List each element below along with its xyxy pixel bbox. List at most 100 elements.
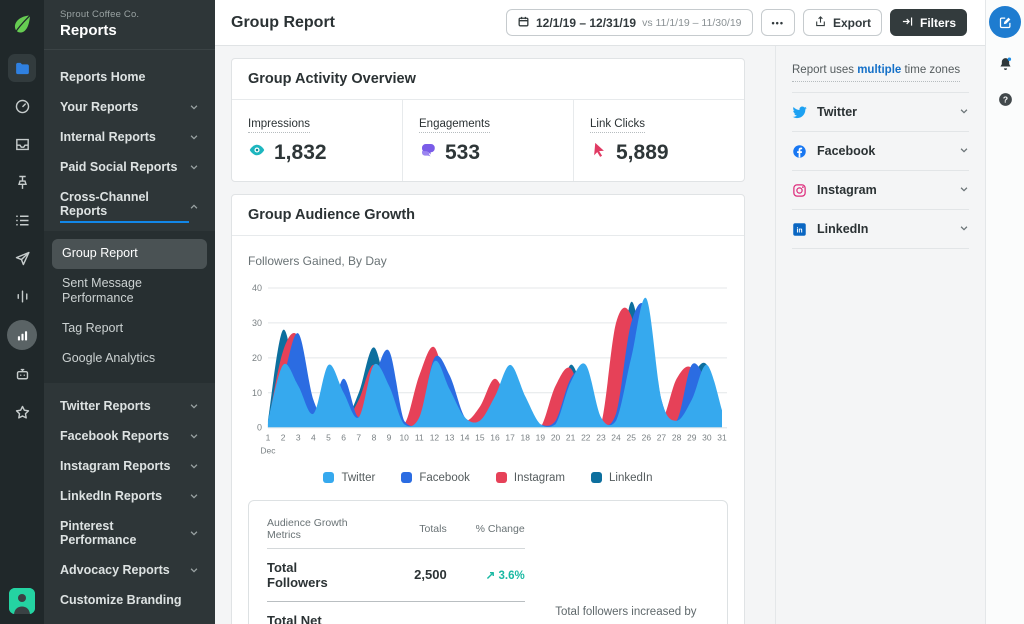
sprout-logo-icon[interactable] (8, 10, 36, 38)
svg-text:8: 8 (372, 433, 377, 443)
channels-sidebar: Report uses multiple time zones Twitter … (775, 46, 985, 624)
legend-item-twitter[interactable]: Twitter (323, 472, 375, 484)
calendar-icon (517, 15, 530, 31)
filters-button[interactable]: Filters (889, 9, 967, 36)
stat-caption: Total followers increased by (555, 605, 697, 618)
chart-subtitle: Followers Gained, By Day (248, 254, 387, 268)
sidebar-header: Sprout Coffee Co. Reports (44, 0, 215, 50)
pulse-icon[interactable] (8, 282, 36, 310)
sidebar-item-paid-social-reports[interactable]: Paid Social Reports (44, 152, 215, 182)
legend-swatch (591, 472, 603, 484)
send-icon[interactable] (8, 244, 36, 272)
metric-value: 533 (445, 141, 481, 164)
gauge-icon[interactable] (8, 92, 36, 120)
sidebar-item-advocacy-reports[interactable]: Advocacy Reports (44, 555, 215, 585)
svg-text:27: 27 (657, 433, 667, 443)
page-title: Group Report (231, 13, 335, 31)
notifications-bell-icon[interactable] (997, 56, 1014, 73)
svg-text:9: 9 (387, 433, 392, 443)
primary-icon-rail (0, 0, 44, 624)
svg-text:20: 20 (252, 353, 262, 363)
sidebar-item-pinterest-performance[interactable]: Pinterest Performance (44, 511, 215, 555)
chevron-down-icon (189, 565, 199, 575)
export-icon (814, 15, 827, 31)
sidebar-item-tag-report[interactable]: Tag Report (52, 314, 207, 344)
svg-text:19: 19 (536, 433, 546, 443)
sidebar-item-reports-home[interactable]: Reports Home (44, 62, 215, 92)
timezone-link[interactable]: multiple (857, 64, 901, 76)
folder-icon[interactable] (8, 54, 36, 82)
sidebar-item-customize-branding[interactable]: Customize Branding (44, 585, 215, 615)
svg-text:7: 7 (356, 433, 361, 443)
legend-item-instagram[interactable]: Instagram (495, 472, 565, 484)
user-avatar[interactable] (9, 588, 35, 614)
chat-bubbles-icon (419, 141, 437, 165)
sidebar-item-google-analytics[interactable]: Google Analytics (52, 344, 207, 374)
sidebar-item-linkedin-reports[interactable]: LinkedIn Reports (44, 481, 215, 511)
metric-label[interactable]: Engagements (419, 118, 490, 133)
svg-text:24: 24 (611, 433, 621, 443)
sidebar-item-instagram-reports[interactable]: Instagram Reports (44, 451, 215, 481)
metric-label[interactable]: Link Clicks (590, 118, 645, 133)
svg-text:29: 29 (687, 433, 697, 443)
svg-text:4: 4 (311, 433, 316, 443)
legend-item-linkedin[interactable]: LinkedIn (591, 472, 653, 484)
help-icon[interactable]: ? (997, 91, 1014, 108)
legend-swatch (401, 472, 413, 484)
metric-label[interactable]: Impressions (248, 118, 310, 133)
inbox-icon[interactable] (8, 130, 36, 158)
date-range-button[interactable]: 12/1/19 – 12/31/19 vs 11/1/19 – 11/30/19 (505, 9, 753, 36)
export-button[interactable]: Export (802, 9, 882, 36)
svg-text:10: 10 (399, 433, 409, 443)
metric-impressions: Impressions 1,832 (232, 100, 403, 181)
main-column: Group Report 12/1/19 – 12/31/19 vs 11/1/… (215, 0, 985, 624)
compose-button[interactable] (989, 6, 1021, 38)
bot-icon[interactable] (8, 360, 36, 388)
pin-icon[interactable] (8, 168, 36, 196)
list-icon[interactable] (8, 206, 36, 234)
metric-link-clicks: Link Clicks 5,889 (574, 100, 744, 181)
sidebar-item-internal-reports[interactable]: Internal Reports (44, 122, 215, 152)
sidebar-item-group-report[interactable]: Group Report (52, 239, 207, 269)
channel-section-facebook[interactable]: Facebook (792, 131, 969, 170)
chevron-up-icon (189, 202, 199, 212)
followers-increase-stat: Total followers increased by 3.6% (525, 517, 709, 624)
svg-text:Dec: Dec (260, 446, 276, 456)
column-header: % Change (475, 522, 525, 535)
more-options-button[interactable]: ••• (760, 9, 795, 36)
chevron-down-icon (959, 103, 969, 121)
legend-item-facebook[interactable]: Facebook (401, 472, 470, 484)
channel-section-linkedin[interactable]: in LinkedIn (792, 209, 969, 249)
chevron-down-icon (189, 132, 199, 142)
bar-chart-icon[interactable] (7, 320, 37, 350)
eye-icon (248, 141, 266, 165)
svg-text:10: 10 (252, 388, 262, 398)
sidebar-nav-channels: Twitter Reports Facebook Reports Instagr… (44, 383, 215, 615)
channel-section-twitter[interactable]: Twitter (792, 92, 969, 131)
svg-text:17: 17 (505, 433, 515, 443)
sidebar-title: Reports (60, 22, 117, 39)
svg-text:20: 20 (551, 433, 561, 443)
report-header: Group Report 12/1/19 – 12/31/19 vs 11/1/… (215, 0, 985, 46)
svg-text:0: 0 (257, 423, 262, 433)
sidebar-item-your-reports[interactable]: Your Reports (44, 92, 215, 122)
svg-text:3: 3 (296, 433, 301, 443)
sidebar-item-twitter-reports[interactable]: Twitter Reports (44, 391, 215, 421)
sidebar-item-facebook-reports[interactable]: Facebook Reports (44, 421, 215, 451)
sidebar-item-sent-message-performance[interactable]: Sent Message Performance (52, 269, 182, 314)
legend-swatch (495, 472, 507, 484)
channel-section-instagram[interactable]: Instagram (792, 170, 969, 209)
svg-text:18: 18 (521, 433, 531, 443)
sidebar-item-cross-channel-reports[interactable]: Cross-Channel Reports (44, 182, 215, 231)
svg-text:13: 13 (445, 433, 455, 443)
chevron-down-icon (189, 431, 199, 441)
chevron-down-icon (959, 181, 969, 199)
twitter-icon (792, 106, 807, 118)
app-window: Sprout Coffee Co. Reports Reports Home Y… (0, 0, 1024, 624)
chevron-down-icon (959, 220, 969, 238)
svg-text:22: 22 (581, 433, 591, 443)
audience-growth-chart-wrap[interactable]: 0 10 20 30 40 1 2 3 4 5 6 7 8 9 10 11 12 13 14 15 16 17 18 19 20… (248, 282, 728, 458)
column-header: Totals (419, 522, 447, 535)
utility-rail: ? (985, 0, 1024, 624)
star-icon[interactable] (8, 398, 36, 426)
